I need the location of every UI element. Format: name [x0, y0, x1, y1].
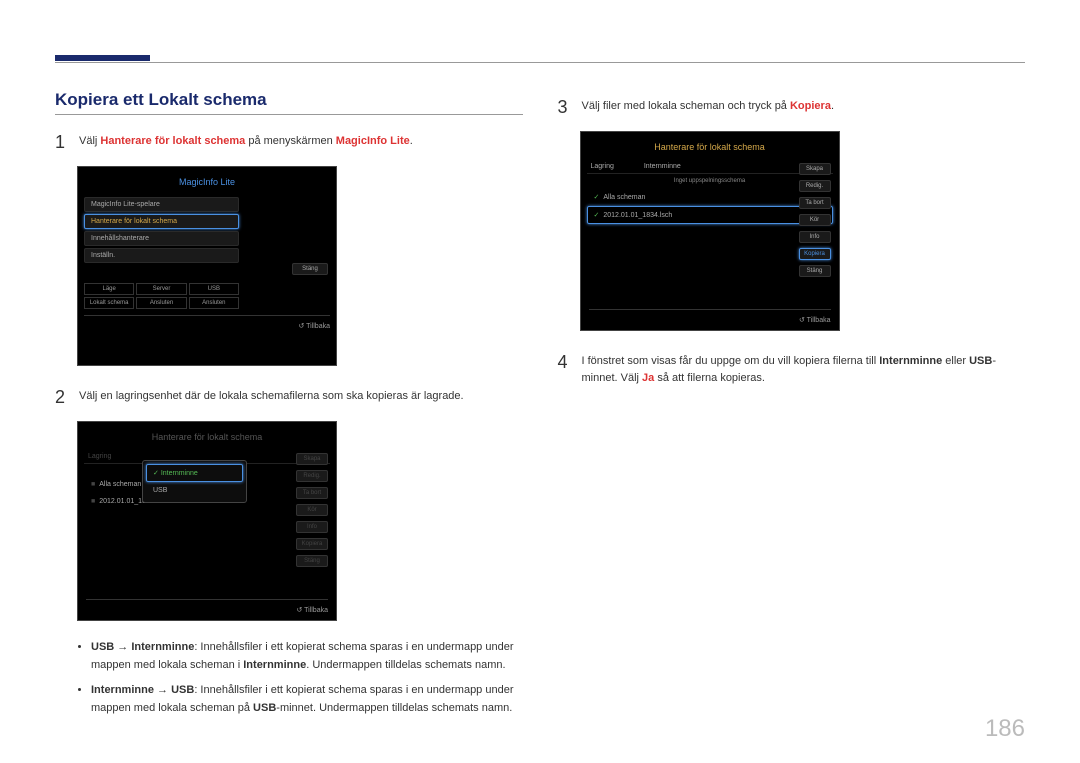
close-button: Stäng — [292, 263, 328, 275]
step4-b1: Internminne — [879, 355, 942, 367]
step1-pre: Välj — [79, 135, 100, 147]
btn-info: Info — [296, 521, 328, 533]
step-1: 1 Välj Hanterare för lokalt schema på me… — [55, 129, 523, 156]
page-number: 186 — [985, 715, 1025, 743]
step4-hl: Ja — [642, 372, 654, 384]
screenshot-storage-popup: Hanterare för lokalt schema Lagring Inge… — [77, 421, 337, 621]
screenshot-file-select: Hanterare för lokalt schema Lagring Inte… — [580, 131, 840, 331]
section-title: Kopiera ett Lokalt schema — [55, 90, 523, 115]
storage-popup: Internminne USB — [142, 460, 247, 503]
step-number: 2 — [55, 384, 69, 411]
btn-create: Skapa — [799, 163, 831, 175]
back-link: Tillbaka — [86, 599, 328, 614]
step-4: 4 I fönstret som visas får du uppge om d… — [558, 349, 1026, 386]
grid-cell: Lokalt schema — [84, 297, 134, 309]
grid-cell: USB — [189, 283, 239, 295]
step4-post: så att filerna kopieras. — [654, 372, 765, 384]
storage-label: Lagring — [591, 163, 614, 170]
back-link: Tillbaka — [84, 315, 330, 330]
no-schedule: Inget uppspelningsschema — [587, 174, 833, 188]
btn-edit: Redig. — [799, 180, 831, 192]
step1-hl2: MagicInfo Lite — [336, 135, 410, 147]
grid-cell: Server — [136, 283, 186, 295]
step4-b2: USB — [969, 355, 992, 367]
step3-pre: Välj filer med lokala scheman och tryck … — [582, 100, 790, 112]
step4-pre: I fönstret som visas får du uppge om du … — [582, 355, 880, 367]
menu-item: Inställn. — [84, 248, 239, 263]
grid-cell: Ansluten — [136, 297, 186, 309]
btn-delete: Ta bort — [799, 197, 831, 209]
step1-post: . — [410, 135, 413, 147]
btn-edit: Redig. — [296, 470, 328, 482]
step3-post: . — [831, 100, 834, 112]
btn-run: Kör — [296, 504, 328, 516]
bullet-usb-to-internal: USB → Internminne: Innehållsfiler i ett … — [91, 639, 523, 674]
btn-copy: Kopiera — [296, 538, 328, 550]
storage-label: Lagring — [88, 453, 111, 460]
shot2-title: Hanterare för lokalt schema — [84, 428, 330, 450]
storage-value: Internminne — [644, 163, 681, 170]
menu-item: Innehållshanterare — [84, 231, 239, 246]
file-row-selected: ✓2012.01.01_1834.lsch — [587, 206, 833, 224]
menu-item: MagicInfo Lite-spelare — [84, 197, 239, 212]
step-number: 4 — [558, 349, 572, 376]
grid-cell: Läge — [84, 283, 134, 295]
step3-hl: Kopiera — [790, 100, 831, 112]
footnotes: USB → Internminne: Innehållsfiler i ett … — [79, 639, 523, 717]
step-3: 3 Välj filer med lokala scheman och tryc… — [558, 94, 1026, 121]
step-2: 2 Välj en lagringsenhet där de lokala sc… — [55, 384, 523, 411]
btn-create: Skapa — [296, 453, 328, 465]
btn-close: Stäng — [799, 265, 831, 277]
bullet-internal-to-usb: Internminne → USB: Innehållsfiler i ett … — [91, 682, 523, 717]
step-number: 1 — [55, 129, 69, 156]
shot1-title: MagicInfo Lite — [84, 173, 330, 195]
step1-hl1: Hanterare för lokalt schema — [100, 135, 245, 147]
grid-cell: Ansluten — [189, 297, 239, 309]
back-link: Tillbaka — [589, 309, 831, 324]
screenshot-magicinfo-menu: MagicInfo Lite MagicInfo Lite-spelare Ha… — [77, 166, 337, 366]
popup-item-internal: Internminne — [146, 464, 243, 482]
step2-text: Välj en lagringsenhet där de lokala sche… — [79, 384, 523, 405]
btn-run: Kör — [799, 214, 831, 226]
popup-item-usb: USB — [146, 482, 243, 499]
step1-mid: på menyskärmen — [245, 135, 335, 147]
status-grid: Läge Server USB Lokalt schema Ansluten A… — [84, 283, 239, 309]
step4-mid1: eller — [942, 355, 969, 367]
btn-delete: Ta bort — [296, 487, 328, 499]
menu-item-selected: Hanterare för lokalt schema — [84, 214, 239, 229]
all-schedules-row: ✓Alla scheman — [587, 188, 833, 206]
shot3-title: Hanterare för lokalt schema — [587, 138, 833, 160]
btn-info: Info — [799, 231, 831, 243]
btn-copy-selected: Kopiera — [799, 248, 831, 260]
horizontal-rule — [55, 62, 1025, 63]
step-number: 3 — [558, 94, 572, 121]
btn-close: Stäng — [296, 555, 328, 567]
accent-bar — [55, 55, 150, 61]
